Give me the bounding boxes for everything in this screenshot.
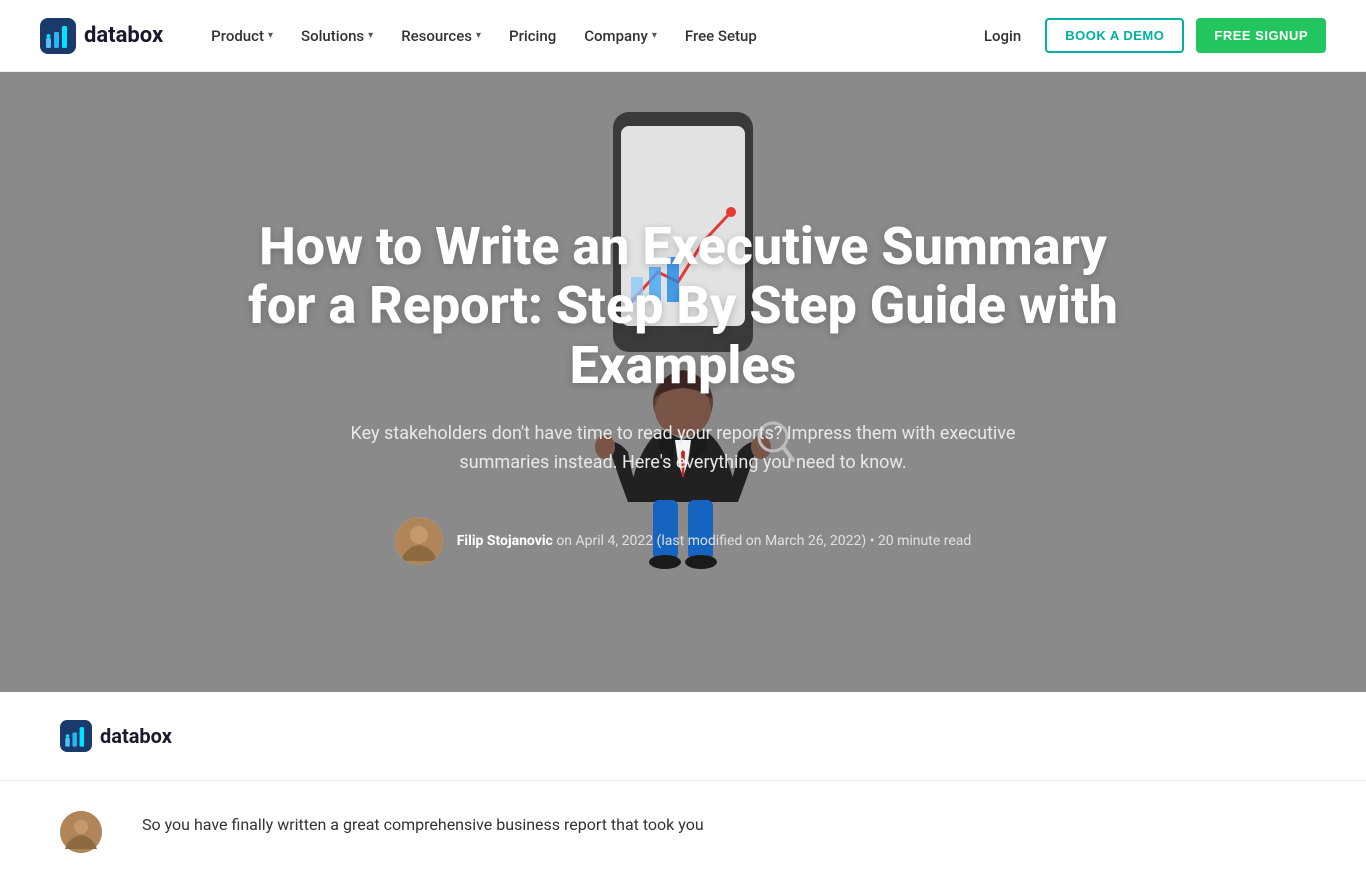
nav-item-solutions[interactable]: Solutions ▾ xyxy=(289,19,385,53)
hero-section: REPORTING How to Write an Executive Summ… xyxy=(0,72,1366,692)
hero-content: REPORTING How to Write an Executive Summ… xyxy=(233,179,1133,566)
author-avatar-svg xyxy=(395,517,443,565)
navbar-left: databox Product ▾ Solutions ▾ Resources … xyxy=(40,18,769,54)
nav-item-resources[interactable]: Resources ▾ xyxy=(389,19,493,53)
author-info: Filip Stojanovic on April 4, 2022 (last … xyxy=(457,533,972,549)
author-meta: on April 4, 2022 (last modified on March… xyxy=(556,533,971,549)
author-name: Filip Stojanovic xyxy=(457,533,553,549)
book-demo-button[interactable]: BOOK A DEMO xyxy=(1045,18,1184,53)
bottom-logo-text: databox xyxy=(100,724,172,748)
hero-subtitle: Key stakeholders don't have time to read… xyxy=(323,420,1043,478)
free-signup-button[interactable]: FREE SIGNUP xyxy=(1196,18,1326,53)
nav-links: Product ▾ Solutions ▾ Resources ▾ Pricin… xyxy=(199,19,769,53)
navbar-right: Login BOOK A DEMO FREE SIGNUP xyxy=(972,18,1326,53)
login-link[interactable]: Login xyxy=(972,19,1033,53)
logo-link[interactable]: databox xyxy=(40,18,163,54)
hero-title: How to Write an Executive Summary for a … xyxy=(233,217,1133,396)
article-preview: So you have finally written a great comp… xyxy=(0,781,1366,883)
author-avatar xyxy=(395,517,443,565)
hero-category: REPORTING xyxy=(233,179,1133,193)
article-avatar-svg xyxy=(60,811,102,853)
chevron-down-icon: ▾ xyxy=(652,30,657,41)
chevron-down-icon: ▾ xyxy=(368,30,373,41)
nav-item-pricing[interactable]: Pricing xyxy=(497,19,568,53)
hero-author: Filip Stojanovic on April 4, 2022 (last … xyxy=(233,517,1133,565)
nav-item-free-setup[interactable]: Free Setup xyxy=(673,19,769,53)
article-author-avatar-small xyxy=(60,811,102,853)
bottom-logo-icon xyxy=(60,720,92,752)
bottom-logo: databox xyxy=(60,720,172,752)
nav-item-product[interactable]: Product ▾ xyxy=(199,19,285,53)
chevron-down-icon: ▾ xyxy=(476,30,481,41)
article-text-preview: So you have finally written a great comp… xyxy=(142,811,704,838)
navbar: databox Product ▾ Solutions ▾ Resources … xyxy=(0,0,1366,72)
chevron-down-icon: ▾ xyxy=(268,30,273,41)
nav-item-company[interactable]: Company ▾ xyxy=(572,19,669,53)
logo-text: databox xyxy=(84,23,163,48)
databox-logo-icon xyxy=(40,18,76,54)
